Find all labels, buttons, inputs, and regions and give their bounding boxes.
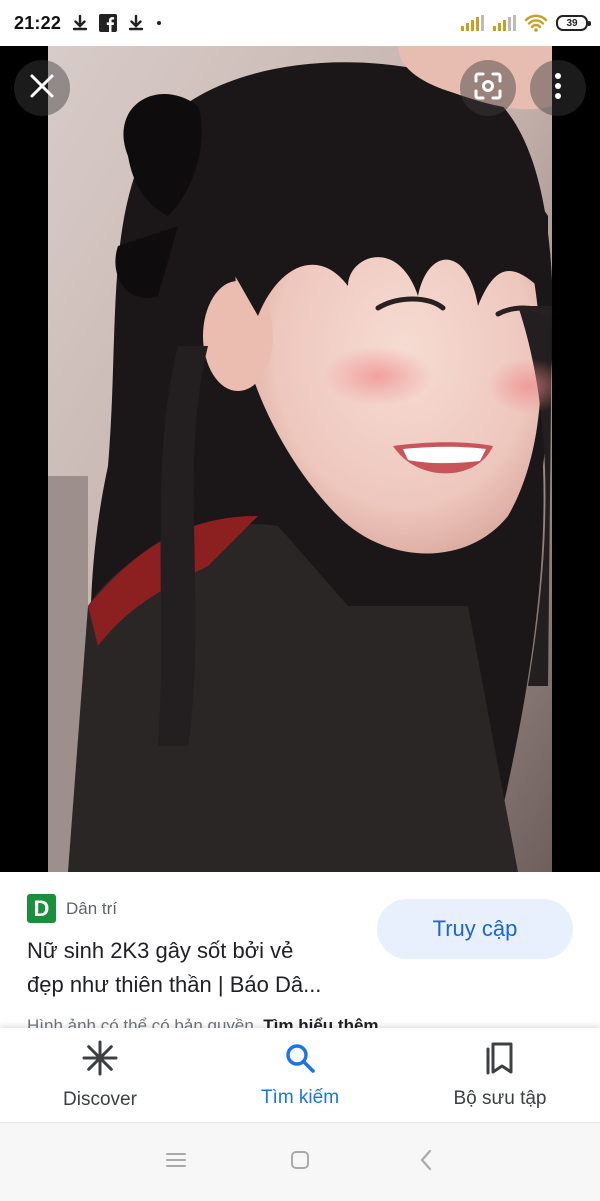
close-button[interactable] [14,60,70,116]
collections-icon [484,1041,516,1080]
download-icon [127,14,145,32]
download-icon [71,14,89,32]
lens-icon [473,71,503,106]
more-options-button[interactable] [530,60,586,116]
image-viewer[interactable] [0,46,600,872]
preview-photo[interactable] [48,46,552,872]
status-bar: 21:22 39 [0,0,600,46]
nav-label: Tìm kiếm [260,1086,340,1108]
lens-button[interactable] [460,60,516,116]
clock: 21:22 [14,12,62,33]
nav-search[interactable]: Tìm kiếm [200,1028,400,1122]
back-icon [418,1149,434,1176]
menu-icon [165,1151,187,1174]
result-title-line: đẹp như thiên thần | Báo Dâ... [27,972,322,997]
result-title[interactable]: Nữ sinh 2K3 gây sốt bởi vẻ đẹp như thiên… [27,934,367,1002]
search-icon [284,1042,316,1079]
back-button[interactable] [413,1149,439,1175]
system-navigation [0,1122,600,1201]
close-icon [29,73,55,104]
visit-button[interactable]: Truy cập [377,899,573,959]
wifi-icon [524,14,548,32]
asterisk-icon [82,1040,118,1081]
nav-label: Discover [63,1088,137,1110]
result-title-line: Nữ sinh 2K3 gây sốt bởi vẻ [27,938,294,963]
source-logo: D [27,894,56,923]
copyright-notice: Hình ảnh có thể có bản quyền. Tìm hiểu t… [27,1016,379,1028]
battery-indicator: 39 [556,15,591,31]
copyright-text: Hình ảnh có thể có bản quyền. [27,1016,259,1028]
nav-collections[interactable]: Bộ sưu tập [400,1028,600,1122]
more-vert-icon [554,72,562,105]
recents-button[interactable] [163,1149,189,1175]
source-row[interactable]: D Dân trí [27,894,117,923]
nav-discover[interactable]: Discover [0,1028,200,1122]
home-button[interactable] [287,1149,313,1175]
status-left: 21:22 [14,13,163,34]
learn-more-link[interactable]: Tìm hiểu thêm [263,1016,378,1028]
nav-label: Bộ sưu tập [453,1087,547,1109]
bottom-navigation: Discover Tìm kiếm Bộ sưu tập [0,1028,600,1122]
facebook-icon [99,14,118,32]
source-name: Dân trí [66,898,118,918]
result-card: D Dân trí Nữ sinh 2K3 gây sốt bởi vẻ đẹp… [0,872,600,1028]
signal-icon [492,15,516,31]
status-right: 39 [460,14,591,32]
dot-icon [155,19,163,27]
home-icon [290,1150,310,1175]
signal-icon [460,15,484,31]
